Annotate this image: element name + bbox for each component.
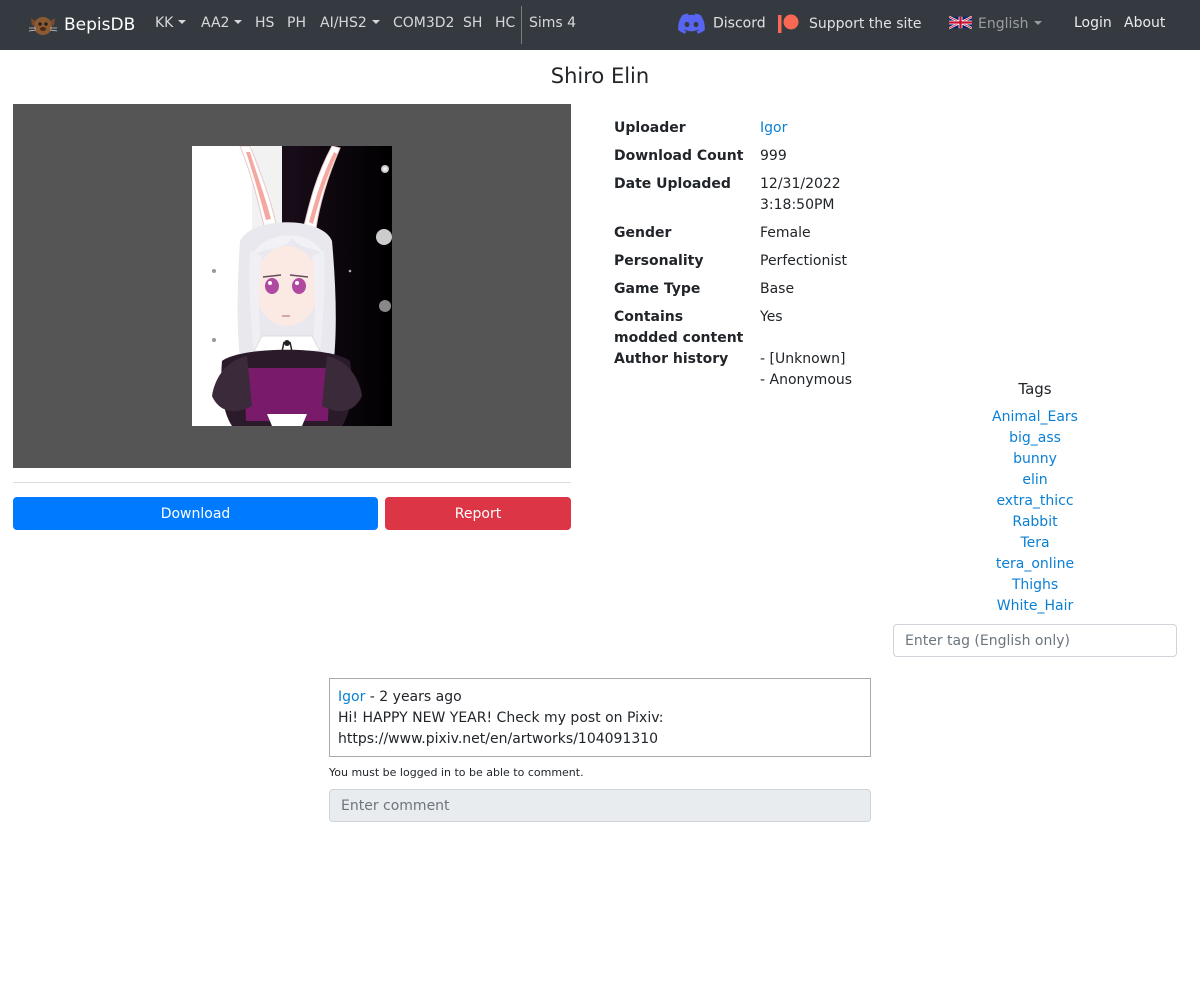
nav-sh-link[interactable]: SH [463, 15, 482, 31]
card-preview-frame [13, 104, 571, 468]
caret-down-icon [178, 20, 187, 24]
nav-aa2-dropdown[interactable]: AA2 [201, 15, 243, 31]
nav-aihs2-label: AI/HS2 [320, 15, 367, 31]
tag-link[interactable]: Animal_Ears [893, 407, 1177, 428]
tag-link[interactable]: elin [893, 470, 1177, 491]
nav-divider [521, 6, 522, 44]
character-card-image [192, 146, 392, 426]
bepis-logo-icon [28, 17, 58, 35]
tag-link[interactable]: White_Hair [893, 596, 1177, 617]
modded-content-value: Yes [760, 309, 783, 325]
login-link[interactable]: Login [1074, 15, 1112, 31]
tag-link[interactable]: bunny [893, 449, 1177, 470]
nav-kk-dropdown[interactable]: KK [155, 15, 187, 31]
nav-aa2-label: AA2 [201, 15, 230, 31]
support-link[interactable]: Support the site [778, 14, 922, 34]
author-history-entry: - [Unknown] [760, 351, 846, 367]
comment-input[interactable] [329, 789, 871, 822]
report-button[interactable]: Report [385, 497, 571, 530]
comment-item: Igor - 2 years ago Hi! HAPPY NEW YEAR! C… [329, 678, 871, 757]
uploader-link[interactable]: Igor [760, 118, 890, 139]
language-dropdown[interactable]: English [948, 15, 1042, 32]
date-uploaded-time: 3:18:50PM [760, 197, 835, 213]
discord-label: Discord [713, 15, 766, 32]
author-history-label: Author history [614, 351, 729, 367]
nav-hc-link[interactable]: HC [495, 15, 515, 31]
modded-content-label-line1: Contains [614, 309, 684, 325]
comment-text-line: https://www.pixiv.net/en/artworks/104091… [338, 731, 659, 747]
nav-com3d2-link[interactable]: COM3D2 [393, 15, 454, 31]
comment-time: - 2 years ago [365, 689, 462, 705]
author-history-entry: - Anonymous [760, 372, 853, 388]
brand-link[interactable]: BepisDB [28, 13, 135, 37]
character-illustration [192, 146, 392, 426]
discord-icon [678, 13, 705, 34]
tag-link[interactable]: Rabbit [893, 512, 1177, 533]
page-title: Shiro Elin [550, 64, 650, 88]
download-count-label: Download Count [614, 148, 744, 164]
tags-list: Animal_Ears big_ass bunny elin extra_thi… [893, 407, 1177, 617]
modded-content-label-line2: modded content [614, 330, 744, 346]
gender-label: Gender [614, 225, 672, 241]
caret-down-icon [371, 20, 380, 24]
divider [13, 482, 571, 483]
patreon-icon [778, 14, 799, 33]
tag-input[interactable] [893, 624, 1177, 657]
uploader-label: Uploader [614, 120, 686, 136]
tag-link[interactable]: big_ass [893, 428, 1177, 449]
date-uploaded-date: 12/31/2022 [760, 176, 841, 192]
uk-flag-icon [948, 15, 973, 30]
gender-value: Female [760, 225, 811, 241]
login-required-note: You must be logged in to be able to comm… [329, 766, 584, 779]
caret-down-icon [234, 20, 243, 24]
support-label: Support the site [809, 16, 922, 32]
nav-ph-link[interactable]: PH [287, 15, 306, 31]
comment-author-link[interactable]: Igor [338, 689, 365, 705]
uploader-name[interactable]: Igor [760, 120, 787, 136]
personality-value: Perfectionist [760, 253, 848, 269]
tag-link[interactable]: Thighs [893, 575, 1177, 596]
nav-aihs2-dropdown[interactable]: AI/HS2 [320, 15, 380, 31]
comment-header: Igor - 2 years ago [338, 687, 862, 708]
about-link[interactable]: About [1124, 15, 1165, 31]
download-button[interactable]: Download [13, 497, 378, 530]
personality-label: Personality [614, 253, 704, 269]
caret-down-icon [1033, 21, 1042, 25]
game-type-value: Base [760, 281, 795, 297]
game-type-label: Game Type [614, 281, 701, 297]
nav-kk-label: KK [155, 15, 174, 31]
modded-content-label: Contains modded content [614, 307, 744, 349]
tag-link[interactable]: extra_thicc [893, 491, 1177, 512]
tags-heading: Tags [1018, 380, 1052, 398]
download-count-value: 999 [760, 148, 787, 164]
discord-link[interactable]: Discord [678, 13, 766, 34]
top-navbar: BepisDB KK AA2 HS PH AI/HS2 COM3D2 SH HC… [0, 0, 1200, 50]
language-label: English [978, 16, 1029, 32]
comment-text-line: Hi! HAPPY NEW YEAR! Check my post on Pix… [338, 710, 664, 726]
brand-name: BepisDB [64, 15, 136, 35]
tag-link[interactable]: Tera [893, 533, 1177, 554]
date-uploaded-label: Date Uploaded [614, 176, 731, 192]
date-uploaded-value: 12/31/2022 3:18:50PM [760, 174, 890, 216]
tag-link[interactable]: tera_online [893, 554, 1177, 575]
nav-hs-link[interactable]: HS [255, 15, 274, 31]
author-history-value: - [Unknown] - Anonymous [760, 349, 890, 391]
nav-sims4-link[interactable]: Sims 4 [529, 15, 576, 31]
